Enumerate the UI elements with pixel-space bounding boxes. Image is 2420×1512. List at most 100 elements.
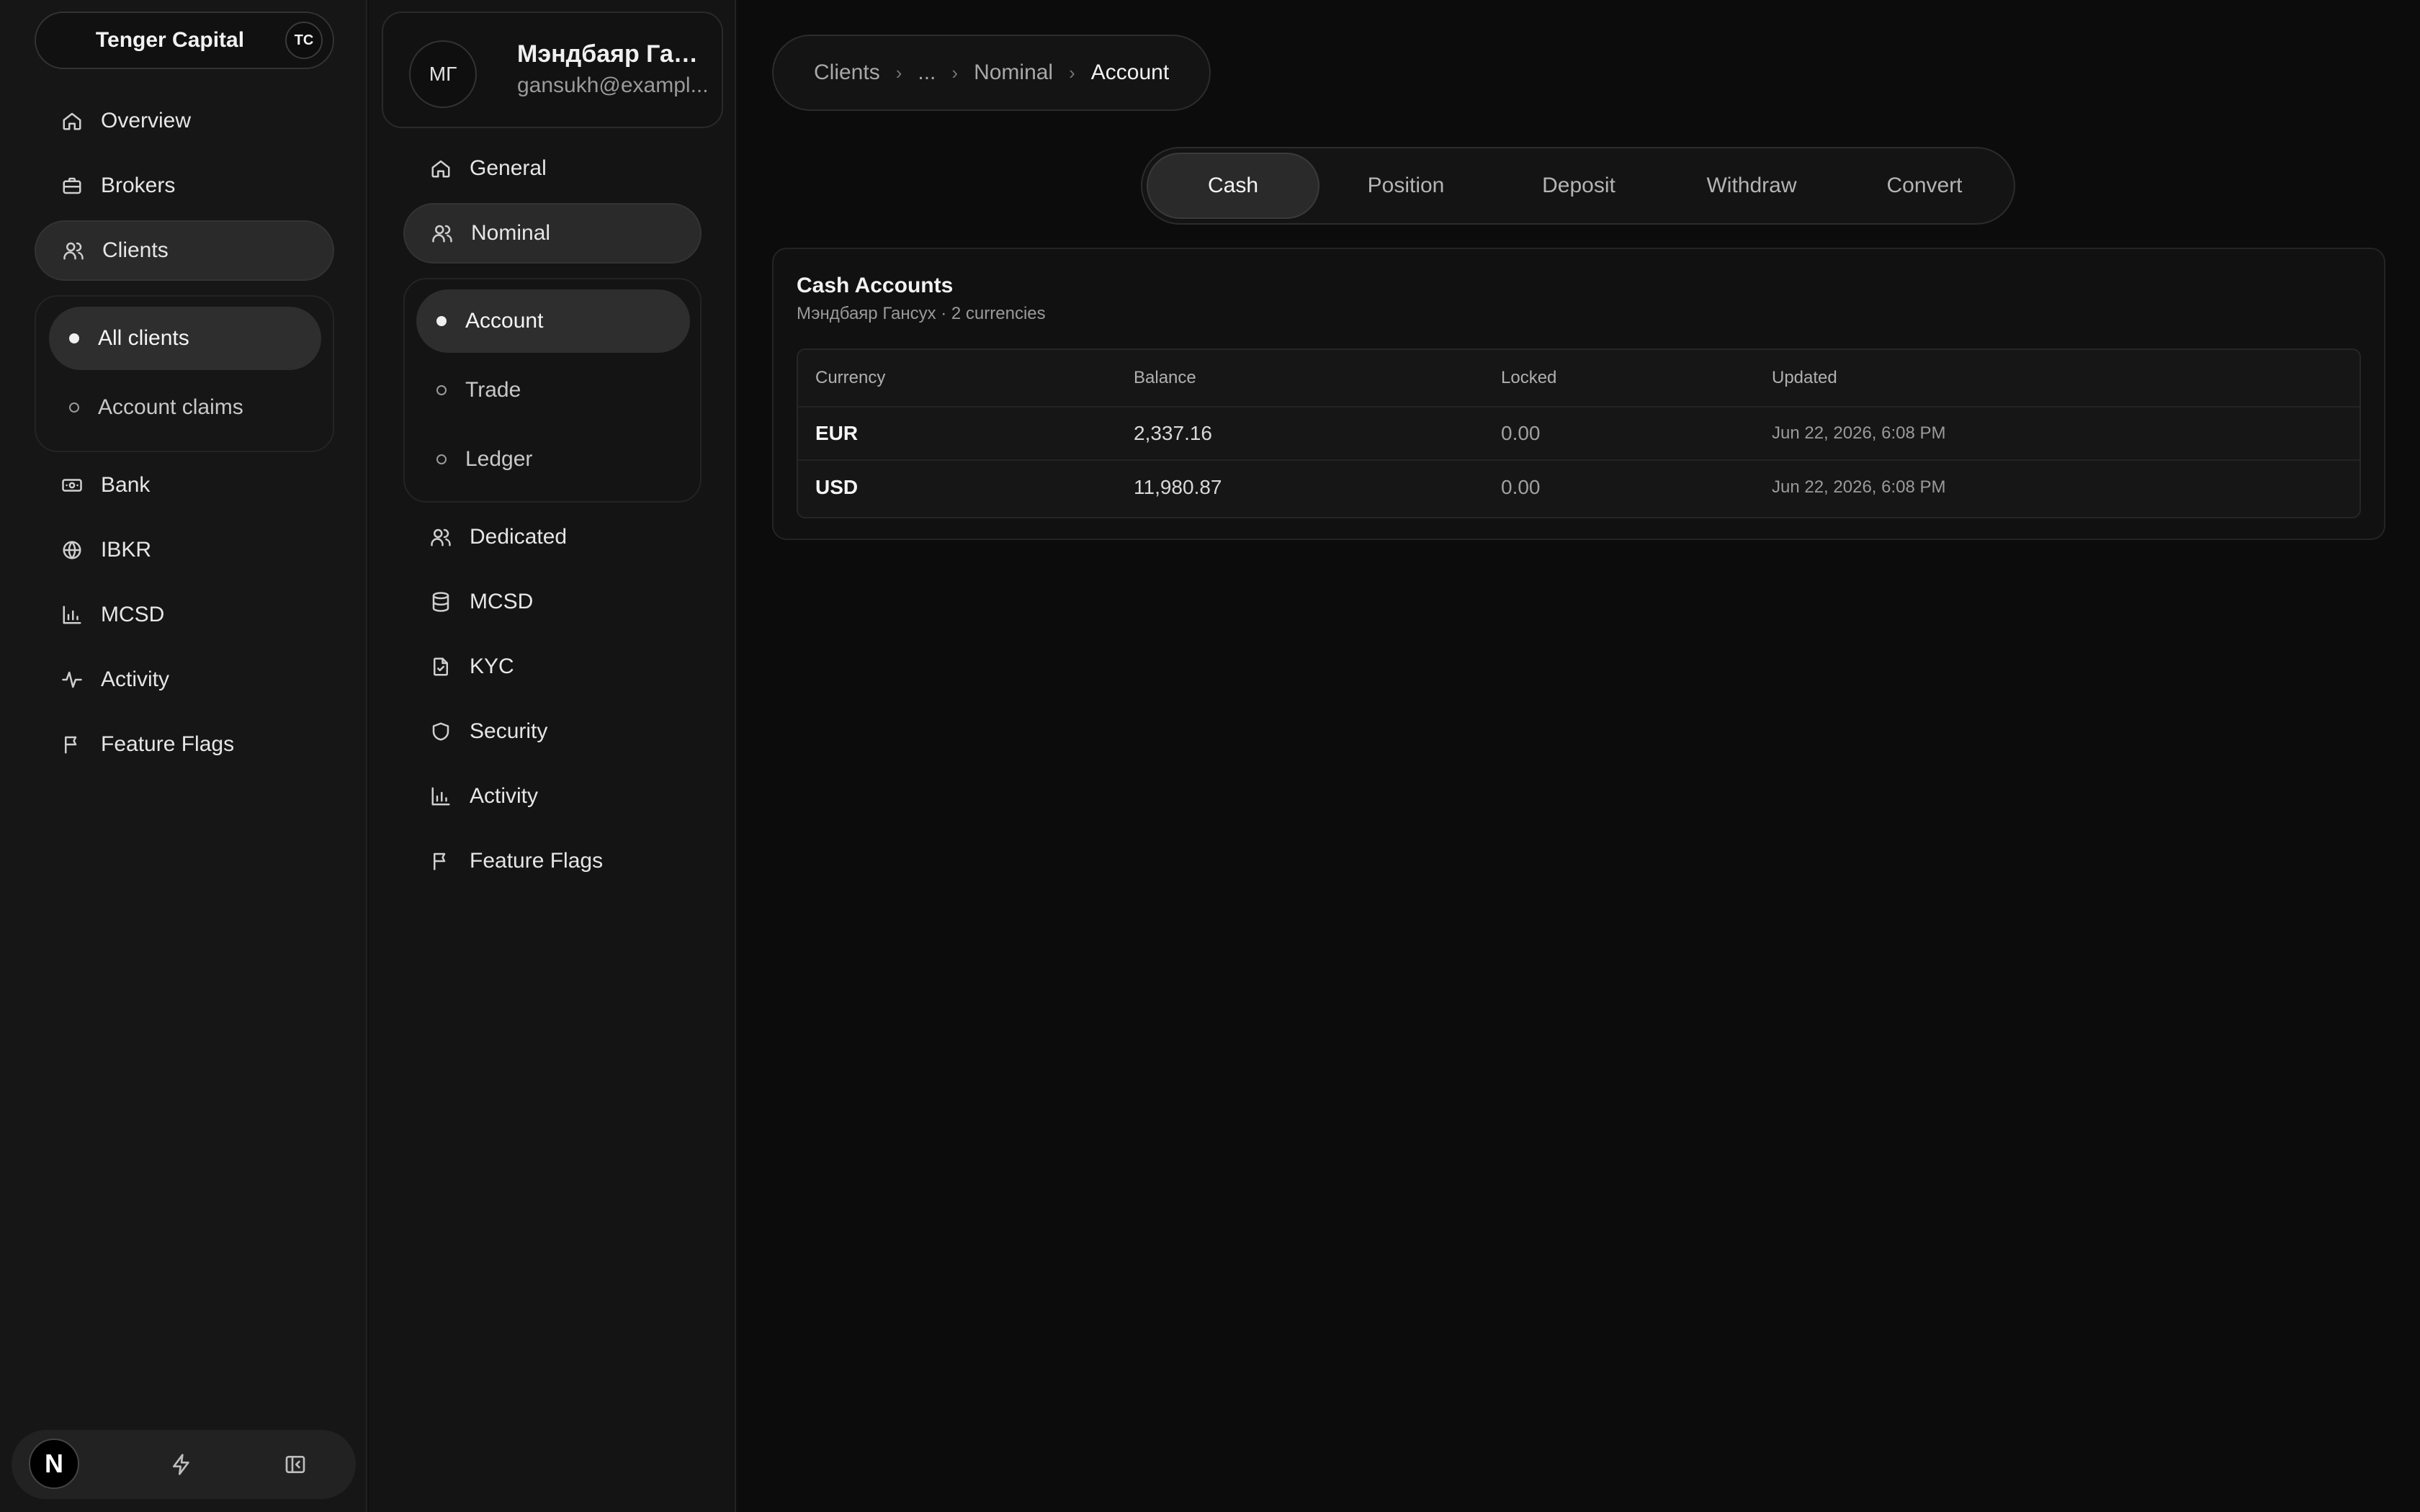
tab-deposit[interactable]: Deposit <box>1492 153 1665 219</box>
sidebar-item-label: Clients <box>102 238 169 262</box>
org-badge: TC <box>285 22 323 59</box>
column-header-locked: Locked <box>1501 368 1557 387</box>
bar-chart-icon <box>429 785 452 808</box>
cell-locked: 0.00 <box>1501 476 1541 498</box>
client-nav-label: Dedicated <box>470 525 568 549</box>
sidebar-item-label: Bank <box>101 473 151 497</box>
client-nav-feature-flags[interactable]: Feature Flags <box>403 831 702 891</box>
client-profile-card[interactable]: МГ Мэндбаяр Ганс... gansukh@exampl... <box>382 12 723 128</box>
cell-updated: Jun 22, 2026, 6:08 PM <box>1772 477 1946 497</box>
flag-icon <box>429 850 452 873</box>
globe-icon <box>60 539 84 562</box>
client-nav-security[interactable]: Security <box>403 701 702 762</box>
lightning-icon[interactable] <box>167 1450 196 1479</box>
inactive-dot-icon <box>436 385 447 395</box>
activity-icon <box>60 668 84 691</box>
card-subtitle: Мэндбаяр Гансух · 2 currencies <box>797 304 1046 323</box>
sidebar-item-clients[interactable]: Clients <box>35 220 334 281</box>
table-row[interactable]: USD 11,980.87 0.00 Jun 22, 2026, 6:08 PM <box>798 461 2360 514</box>
client-nav-label: Security <box>470 719 548 743</box>
subnav-item-label: Trade <box>465 378 521 402</box>
client-nav-label: Nominal <box>471 221 551 245</box>
column-header-updated: Updated <box>1772 368 1837 387</box>
table-header: Currency Balance Locked Updated <box>798 350 2360 408</box>
breadcrumb-clients[interactable]: Clients <box>814 60 880 85</box>
client-nav-general[interactable]: General <box>403 138 702 199</box>
table-row[interactable]: EUR 2,337.16 0.00 Jun 22, 2026, 6:08 PM <box>798 408 2360 461</box>
client-nav-dedicated[interactable]: Dedicated <box>403 507 702 567</box>
users-icon <box>431 222 454 245</box>
cell-currency: USD <box>815 476 859 498</box>
card-title: Cash Accounts <box>797 274 954 297</box>
sidebar-item-label: Activity <box>101 667 170 691</box>
account-tabs: Cash Position Deposit Withdraw Convert <box>1141 147 2015 225</box>
client-nav-activity[interactable]: Activity <box>403 766 702 827</box>
subnav-item-account[interactable]: Account <box>416 289 690 353</box>
subnav-item-all-clients[interactable]: All clients <box>49 307 321 370</box>
subnav-item-trade[interactable]: Trade <box>416 359 690 422</box>
cash-accounts-card: Cash Accounts Мэндбаяр Гансух · 2 curren… <box>772 248 2385 540</box>
client-nav-label: KYC <box>470 654 514 678</box>
client-nav-label: Activity <box>470 784 539 808</box>
subnav-item-ledger[interactable]: Ledger <box>416 428 690 491</box>
sidebar-item-feature-flags[interactable]: Feature Flags <box>35 714 334 775</box>
sidebar-item-label: Brokers <box>101 174 176 197</box>
sidebar-item-activity[interactable]: Activity <box>35 649 334 710</box>
file-icon <box>429 655 452 678</box>
active-dot-icon <box>436 316 447 326</box>
cell-balance: 2,337.16 <box>1134 422 1212 444</box>
active-dot-icon <box>69 333 79 343</box>
subnav-item-label: All clients <box>98 326 189 350</box>
inactive-dot-icon <box>69 402 79 413</box>
flag-icon <box>60 733 84 756</box>
tab-cash[interactable]: Cash <box>1147 153 1319 219</box>
breadcrumb-ellipsis[interactable]: ... <box>918 60 936 85</box>
client-nav-kyc[interactable]: KYC <box>403 636 702 697</box>
sidebar-item-mcsd[interactable]: MCSD <box>35 585 334 645</box>
subnav-item-label: Account <box>465 309 544 333</box>
chevron-right-icon: › <box>951 61 959 84</box>
sidebar-item-bank[interactable]: Bank <box>35 455 334 516</box>
nominal-subnav: Account Trade Ledger <box>403 278 702 503</box>
sidebar-item-brokers[interactable]: Brokers <box>35 156 334 216</box>
client-nav-label: General <box>470 156 547 180</box>
subnav-item-label: Ledger <box>465 447 533 471</box>
cell-currency: EUR <box>815 422 859 444</box>
home-icon <box>429 157 452 180</box>
org-name: Tenger Capital <box>95 28 245 52</box>
avatar: МГ <box>409 40 477 108</box>
sidebar-footer: N <box>12 1430 356 1499</box>
tab-withdraw[interactable]: Withdraw <box>1665 153 1838 219</box>
client-nav-mcsd[interactable]: MCSD <box>403 572 702 632</box>
banknote-icon <box>60 474 84 497</box>
tab-position[interactable]: Position <box>1319 153 1492 219</box>
cash-accounts-table: Currency Balance Locked Updated EUR 2,33… <box>797 348 2361 518</box>
tab-convert[interactable]: Convert <box>1838 153 2011 219</box>
subnav-item-account-claims[interactable]: Account claims <box>49 376 321 439</box>
breadcrumb-current: Account <box>1090 60 1170 84</box>
client-nav-label: Feature Flags <box>470 849 604 873</box>
app: Tenger Capital TC Overview Brokers Clien… <box>0 0 2420 1512</box>
sidebar-item-ibkr[interactable]: IBKR <box>35 520 334 580</box>
column-header-currency: Currency <box>815 368 886 387</box>
client-nav-nominal[interactable]: Nominal <box>403 203 702 264</box>
shield-icon <box>429 720 452 743</box>
inactive-dot-icon <box>436 454 447 464</box>
sidebar-item-overview[interactable]: Overview <box>35 91 334 151</box>
app-logo[interactable]: N <box>29 1439 79 1489</box>
sidebar-item-label: MCSD <box>101 603 165 626</box>
subnav-item-label: Account claims <box>98 395 243 419</box>
briefcase-icon <box>60 174 84 197</box>
collapse-sidebar-icon[interactable] <box>281 1450 310 1479</box>
breadcrumb: Clients › ... › Nominal › Account <box>772 35 1211 111</box>
breadcrumb-nominal[interactable]: Nominal <box>974 60 1053 85</box>
bar-chart-icon <box>60 603 84 626</box>
clients-subnav: All clients Account claims <box>35 295 334 452</box>
sidebar-item-label: Feature Flags <box>101 732 235 756</box>
main-content: Clients › ... › Nominal › Account Cash P… <box>738 0 2420 1512</box>
users-icon <box>62 239 85 262</box>
org-switcher[interactable]: Tenger Capital TC <box>35 12 334 69</box>
main-sidebar: Tenger Capital TC Overview Brokers Clien… <box>0 0 367 1512</box>
client-nav-label: MCSD <box>470 590 534 613</box>
cell-updated: Jun 22, 2026, 6:08 PM <box>1772 423 1946 443</box>
